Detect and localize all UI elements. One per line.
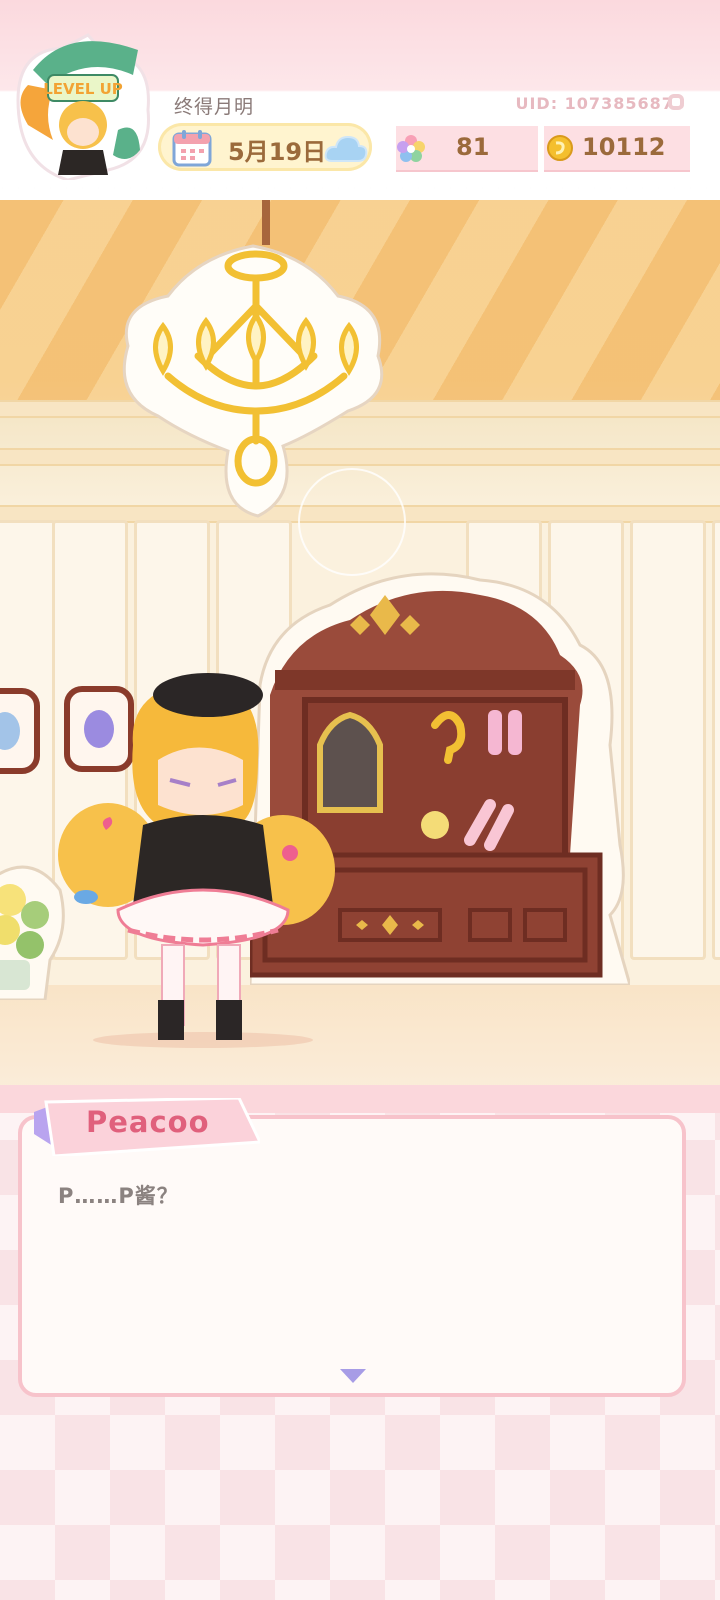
hud-scallop-edge <box>0 183 720 199</box>
player-name: 终得月明 <box>174 96 255 118</box>
triangle-down-icon[interactable] <box>338 1367 368 1385</box>
calendar-icon <box>172 130 212 167</box>
cloud-icon <box>324 135 368 162</box>
coin-count: 10112 <box>582 133 666 161</box>
gold-coin-icon <box>547 135 573 161</box>
player-uid: UID: 1073856873 <box>515 94 686 113</box>
wall-frame-decor <box>0 688 40 774</box>
date-display[interactable]: 5月19日 <box>158 123 372 171</box>
dialog-text: P……P酱？ <box>58 1184 179 1208</box>
player-character[interactable] <box>58 665 338 1050</box>
copy-icon[interactable] <box>666 92 686 112</box>
tap-indicator-ring <box>298 468 406 576</box>
player-avatar[interactable]: LEVEL UP <box>8 30 156 180</box>
coin-counter[interactable]: 10112 <box>544 124 690 172</box>
top-status-bar: LEVEL UP 终得月明 UID: 1073856873 5月19日 81 1… <box>0 0 720 200</box>
gem-counter[interactable]: 81 <box>396 124 538 172</box>
speaker-name: Peacoo <box>86 1105 210 1139</box>
avatar-badge-text: LEVEL UP <box>43 80 123 98</box>
dialog-box[interactable] <box>18 1115 686 1397</box>
gem-count: 81 <box>456 133 490 161</box>
date-label: 5月19日 <box>228 138 327 166</box>
rainbow-flower-icon <box>397 135 425 162</box>
